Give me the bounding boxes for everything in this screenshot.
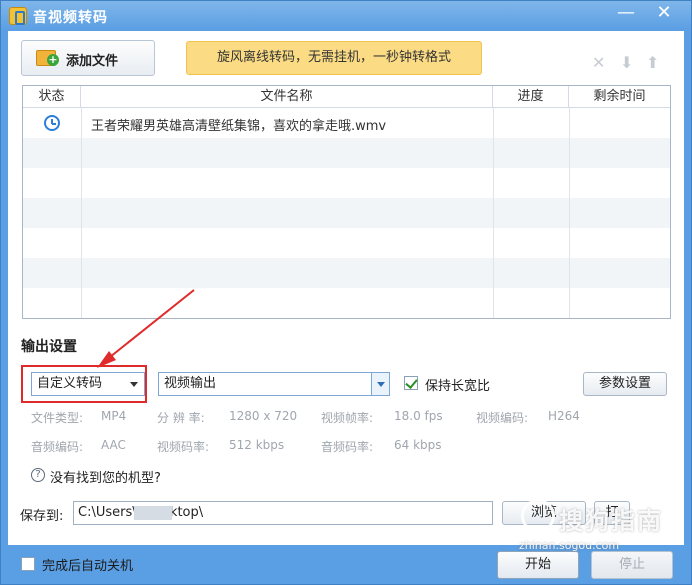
info-label: 视频帧率: xyxy=(321,411,374,425)
table-row[interactable]: 王者荣耀男英雄高清壁纸集锦，喜欢的拿走哦.wmv xyxy=(23,108,670,138)
file-list-table: 王者荣耀男英雄高清壁纸集锦，喜欢的拿走哦.wmv 状态 文件名称 进度 剩余时间 xyxy=(22,85,671,319)
move-down-icon[interactable]: ⬇ xyxy=(620,53,633,72)
table-row-empty xyxy=(23,288,670,318)
browse-button[interactable]: 浏览 xyxy=(502,501,586,525)
minimize-button[interactable]: — xyxy=(611,1,641,27)
info-label: 分 辨 率: xyxy=(157,411,205,425)
table-row-empty xyxy=(23,168,670,198)
info-label: 视频码率: xyxy=(157,440,210,454)
clock-icon xyxy=(44,115,60,131)
table-row-empty xyxy=(23,228,670,258)
add-file-label: 添加文件 xyxy=(66,54,119,69)
info-value: 1280 x 720 xyxy=(229,409,298,423)
annotation-highlight-box xyxy=(21,365,147,403)
info-value: 512 kbps xyxy=(229,438,285,452)
info-value: 64 kbps xyxy=(394,438,442,452)
save-to-label: 保存到: xyxy=(20,509,64,524)
column-divider xyxy=(569,86,570,318)
add-folder-icon xyxy=(36,50,59,66)
dropdown-arrow-icon[interactable] xyxy=(371,373,389,395)
header-progress[interactable]: 进度 xyxy=(493,86,569,108)
format-value: 视频输出 xyxy=(164,376,217,391)
move-up-icon[interactable]: ⬆ xyxy=(646,53,659,72)
info-label: 音频码率: xyxy=(321,440,374,454)
auto-shutdown-checkbox[interactable] xyxy=(21,557,35,571)
remove-icon[interactable]: ✕ xyxy=(592,53,605,72)
keep-ratio-checkbox[interactable] xyxy=(404,376,418,390)
header-status[interactable]: 状态 xyxy=(23,86,81,108)
table-row-empty xyxy=(23,138,670,168)
device-not-found-link[interactable]: 没有找到您的机型? xyxy=(50,467,161,486)
info-label: 音频编码: xyxy=(31,440,84,454)
window-title: 音视频转码 xyxy=(33,10,108,26)
start-button[interactable]: 开始 xyxy=(497,551,579,579)
table-row-empty xyxy=(23,258,670,288)
file-name-cell: 王者荣耀男英雄高清壁纸集锦，喜欢的拿走哦.wmv xyxy=(91,119,387,134)
column-divider xyxy=(81,86,82,318)
title-bar: 音视频转码 — ✕ xyxy=(1,1,691,31)
app-logo-icon xyxy=(9,7,27,25)
info-value: 18.0 fps xyxy=(394,409,443,423)
header-file-name[interactable]: 文件名称 xyxy=(81,86,493,108)
column-divider xyxy=(493,86,494,318)
footer-bar: 完成后自动关机 开始 停止 xyxy=(1,545,691,585)
param-settings-button[interactable]: 参数设置 xyxy=(583,372,667,396)
add-file-button[interactable]: 添加文件 xyxy=(21,40,155,76)
format-select[interactable]: 视频输出 xyxy=(158,372,390,396)
open-folder-button[interactable]: 打 xyxy=(594,501,630,525)
table-header: 状态 文件名称 进度 剩余时间 xyxy=(23,86,670,108)
table-row-empty xyxy=(23,198,670,228)
close-button[interactable]: ✕ xyxy=(649,1,679,27)
offline-transcode-banner[interactable]: 旋风离线转码，无需挂机，一秒钟转格式 xyxy=(186,41,482,75)
info-value: AAC xyxy=(101,438,126,452)
app-window: 音视频转码 — ✕ 添加文件 旋风离线转码，无需挂机，一秒钟转格式 ✕ ⬇ ⬆ … xyxy=(0,0,692,585)
help-icon: ? xyxy=(31,468,45,482)
stop-button[interactable]: 停止 xyxy=(591,551,673,579)
output-settings-title: 输出设置 xyxy=(21,339,77,355)
header-remaining-time[interactable]: 剩余时间 xyxy=(569,86,670,108)
info-label: 文件类型: xyxy=(31,411,84,425)
info-value: H264 xyxy=(548,409,580,423)
auto-shutdown-label: 完成后自动关机 xyxy=(42,559,134,574)
info-label: 视频编码: xyxy=(476,411,529,425)
redacted-username xyxy=(134,506,172,520)
info-value: MP4 xyxy=(101,409,127,423)
keep-ratio-label: 保持长宽比 xyxy=(425,379,491,394)
